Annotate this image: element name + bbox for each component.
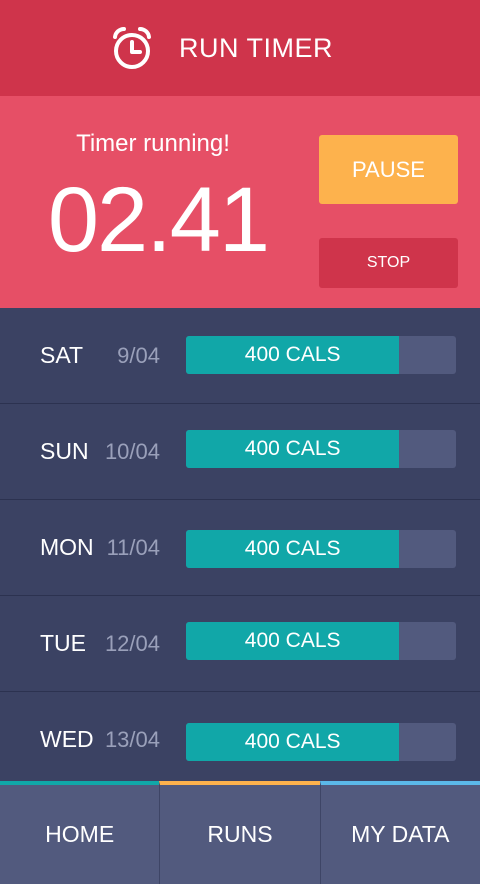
stop-button[interactable]: STOP bbox=[319, 238, 458, 288]
app-title: RUN TIMER bbox=[178, 32, 333, 63]
calorie-bar: 400 CALS bbox=[186, 530, 456, 568]
timer-status: Timer running! bbox=[76, 130, 230, 157]
calorie-bar-fill: 400 CALS bbox=[186, 430, 400, 468]
app-header: RUN TIMER bbox=[0, 0, 480, 96]
day-row[interactable]: SAT 9/04 400 CALS bbox=[0, 308, 480, 404]
day-date: 12/04 bbox=[104, 630, 160, 656]
day-name: WED bbox=[40, 726, 94, 752]
calorie-label: 400 CALS bbox=[244, 437, 341, 460]
day-row[interactable]: SUN 10/04 400 CALS bbox=[0, 404, 480, 500]
calorie-bar-fill: 400 CALS bbox=[186, 336, 400, 374]
calorie-label: 400 CALS bbox=[244, 537, 341, 560]
calorie-bar: 400 CALS bbox=[186, 336, 456, 374]
day-date: 9/04 bbox=[117, 342, 160, 368]
day-row[interactable]: WED 13/04 400 CALS bbox=[0, 692, 480, 788]
calorie-bar-fill: 400 CALS bbox=[186, 530, 400, 568]
day-name: SAT bbox=[40, 342, 84, 368]
calorie-bar-fill: 400 CALS bbox=[186, 622, 400, 660]
calorie-bar-fill: 400 CALS bbox=[186, 723, 400, 761]
calorie-label: 400 CALS bbox=[244, 343, 341, 366]
calorie-bar: 400 CALS bbox=[186, 622, 456, 660]
calorie-bar: 400 CALS bbox=[186, 430, 456, 468]
calorie-label: 400 CALS bbox=[244, 730, 341, 753]
day-name: MON bbox=[40, 534, 94, 560]
day-date: 10/04 bbox=[104, 438, 160, 464]
nav-my-data[interactable]: MY DATA bbox=[319, 781, 480, 884]
day-date: 13/04 bbox=[104, 726, 160, 752]
day-row[interactable]: MON 11/04 400 CALS bbox=[0, 500, 480, 596]
calorie-bar: 400 CALS bbox=[186, 723, 456, 761]
day-row[interactable]: TUE 12/04 400 CALS bbox=[0, 596, 480, 692]
nav-runs[interactable]: RUNS bbox=[159, 781, 320, 884]
day-name: TUE bbox=[40, 630, 86, 656]
day-date: 11/04 bbox=[106, 534, 160, 560]
nav-home[interactable]: HOME bbox=[0, 781, 160, 884]
calorie-label: 400 CALS bbox=[244, 629, 341, 652]
day-list: SAT 9/04 400 CALS SUN 10/04 400 CALS MON… bbox=[0, 308, 480, 788]
alarm-clock-icon bbox=[112, 26, 151, 69]
pause-button[interactable]: PAUSE bbox=[319, 135, 458, 204]
timer-value: 02.41 bbox=[47, 169, 270, 271]
day-name: SUN bbox=[40, 438, 89, 464]
bottom-nav: HOME RUNS MY DATA bbox=[0, 781, 480, 884]
timer-panel: Timer running! 02.41 PAUSE STOP bbox=[0, 96, 480, 308]
